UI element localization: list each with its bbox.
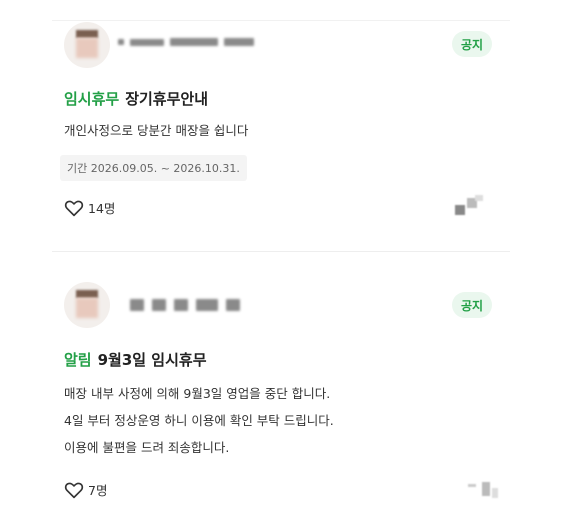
notice-badge: 공지 bbox=[452, 292, 492, 318]
post-thumbnail-blurred[interactable] bbox=[455, 195, 487, 221]
post-title[interactable]: 알림 9월3일 임시휴무 bbox=[64, 349, 207, 370]
post-body-line: 개인사정으로 당분간 매장을 쉽니다 bbox=[64, 123, 249, 138]
heart-outline-icon bbox=[64, 200, 84, 216]
post-body: 매장 내부 사정에 의해 9월3일 영업을 중단 합니다. 4일 부터 정상운영… bbox=[64, 380, 334, 461]
notice-post[interactable]: 공지 임시휴무 장기휴무안내 개인사정으로 당분간 매장을 쉽니다 기간 2026… bbox=[0, 0, 573, 252]
notice-badge: 공지 bbox=[452, 31, 492, 57]
post-title[interactable]: 임시휴무 장기휴무안내 bbox=[64, 88, 208, 109]
like-button[interactable]: 14명 bbox=[64, 198, 115, 217]
post-body-line: 매장 내부 사정에 의해 9월3일 영업을 중단 합니다. bbox=[64, 386, 331, 401]
post-thumbnail-blurred[interactable] bbox=[468, 480, 498, 500]
notice-post[interactable]: 공지 알림 9월3일 임시휴무 매장 내부 사정에 의해 9월3일 영업을 중단 … bbox=[0, 252, 573, 528]
heart-outline-icon bbox=[64, 482, 84, 498]
post-body-line: 4일 부터 정상운영 하니 이용에 확인 부탁 드립니다. bbox=[64, 413, 334, 428]
post-title-text: 9월3일 임시휴무 bbox=[97, 351, 207, 369]
author-name-blurred bbox=[118, 38, 254, 46]
like-count: 14명 bbox=[88, 201, 116, 216]
post-category: 알림 bbox=[64, 351, 92, 369]
avatar bbox=[64, 22, 110, 68]
avatar bbox=[64, 282, 110, 328]
author-name-blurred bbox=[130, 299, 240, 311]
post-body-line: 이용에 불편을 드려 죄송합니다. bbox=[64, 440, 230, 455]
like-count: 7명 bbox=[88, 483, 108, 498]
post-title-text: 장기휴무안내 bbox=[125, 90, 209, 108]
post-body: 개인사정으로 당분간 매장을 쉽니다 bbox=[64, 117, 248, 144]
like-button[interactable]: 7명 bbox=[64, 480, 107, 499]
period-tag: 기간 2026.09.05. ~ 2026.10.31. bbox=[60, 155, 247, 181]
post-category: 임시휴무 bbox=[64, 90, 120, 108]
